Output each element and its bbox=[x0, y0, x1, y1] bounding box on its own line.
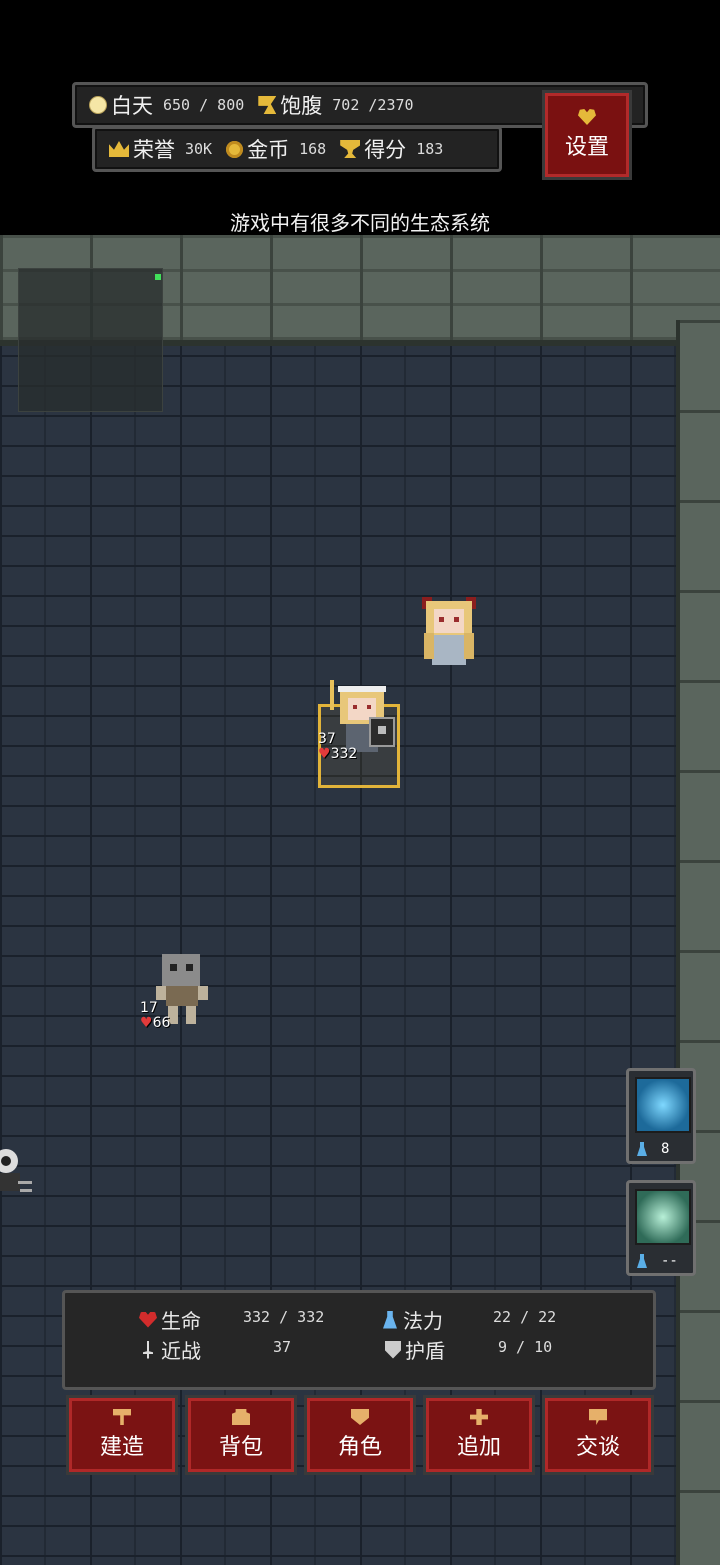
heart-icon bbox=[578, 109, 596, 125]
npc-character[interactable] bbox=[418, 595, 480, 667]
daytime-label: 白天 bbox=[111, 94, 153, 118]
melee-stat: 近战 bbox=[143, 1335, 201, 1364]
food-icon bbox=[258, 96, 277, 114]
skill-cost-value: 8 bbox=[661, 1141, 670, 1157]
minimap-player-marker bbox=[155, 274, 161, 280]
build-label: 建造 bbox=[99, 1435, 144, 1460]
tip-message: 游戏中有很多不同的生态系统 bbox=[230, 211, 490, 235]
add-button[interactable]: 追加 bbox=[423, 1395, 535, 1475]
build-button[interactable]: 建造 bbox=[66, 1395, 178, 1475]
character-button[interactable]: 角色 bbox=[304, 1395, 416, 1475]
satiety-stat: 饱腹 702 /2370 bbox=[258, 90, 414, 120]
honor-label: 荣誉 bbox=[133, 138, 175, 162]
add-label: 追加 bbox=[456, 1435, 501, 1460]
skill-cost: -- bbox=[637, 1253, 678, 1269]
melee-value: 37 bbox=[273, 1338, 292, 1356]
settings-button[interactable]: 设置 bbox=[542, 90, 632, 180]
bag-icon bbox=[232, 1409, 250, 1425]
daytime-stat: 白天 650 / 800 bbox=[89, 90, 244, 120]
gold-value: 168 bbox=[299, 140, 327, 158]
coin-icon bbox=[226, 140, 244, 158]
character-icon bbox=[351, 1409, 369, 1425]
score-label: 得分 bbox=[364, 138, 407, 162]
shield-icon bbox=[385, 1340, 401, 1359]
settings-label: 设置 bbox=[564, 135, 609, 160]
dungeon-wall-right bbox=[676, 320, 720, 1565]
trophy-icon bbox=[340, 140, 361, 158]
mana-stat: 法力 bbox=[383, 1305, 443, 1334]
melee-label: 近战 bbox=[161, 1339, 201, 1363]
skeleton-hp: 66 bbox=[152, 1015, 171, 1031]
hud-second-bar: 荣誉 30K 金币 168 得分 183 bbox=[92, 126, 502, 172]
shield-icon bbox=[635, 1189, 691, 1245]
satiety-value: 702 /2370 bbox=[332, 96, 414, 114]
speech-bubble-icon bbox=[589, 1409, 607, 1425]
skill-slot-lightning[interactable]: 8 bbox=[626, 1068, 696, 1164]
bag-button[interactable]: 背包 bbox=[185, 1395, 297, 1475]
bag-label: 背包 bbox=[218, 1435, 263, 1460]
mana-value: 22 / 22 bbox=[493, 1308, 557, 1326]
gold-stat: 金币 168 bbox=[226, 134, 326, 164]
skill-cost: 8 bbox=[637, 1141, 669, 1157]
plus-icon bbox=[470, 1409, 488, 1425]
enemy-spider[interactable] bbox=[0, 1145, 36, 1205]
hp-stat: 生命 bbox=[139, 1305, 201, 1334]
mana-flask-icon bbox=[637, 1254, 647, 1268]
shield-value: 9 / 10 bbox=[498, 1338, 553, 1356]
hp-label: 生命 bbox=[161, 1309, 201, 1333]
honor-stat: 荣誉 30K bbox=[109, 134, 212, 164]
satiety-label: 饱腹 bbox=[280, 94, 323, 118]
sun-icon bbox=[89, 96, 107, 114]
crown-icon bbox=[109, 141, 129, 157]
lightning-icon bbox=[635, 1077, 691, 1133]
daytime-value: 650 / 800 bbox=[163, 96, 245, 114]
player-unit-stats: 37 ♥332 bbox=[318, 731, 358, 762]
mana-flask-icon bbox=[383, 1310, 397, 1329]
shield-stat: 护盾 bbox=[385, 1335, 445, 1364]
skeleton-unit-stats: 17 ♥66 bbox=[140, 1000, 171, 1031]
shield-label: 护盾 bbox=[405, 1339, 445, 1363]
talk-label: 交谈 bbox=[575, 1435, 620, 1460]
mana-flask-icon bbox=[637, 1142, 647, 1156]
player-hp: 332 bbox=[330, 746, 358, 762]
player-stats-panel: 生命 332 / 332 法力 22 / 22 近战 37 护盾 9 / 10 bbox=[62, 1290, 656, 1390]
skill-slot-shield[interactable]: -- bbox=[626, 1180, 696, 1276]
character-label: 角色 bbox=[337, 1435, 382, 1460]
skill-cost-value: -- bbox=[661, 1253, 678, 1269]
skeleton-melee: 17 bbox=[140, 1000, 158, 1016]
talk-button[interactable]: 交谈 bbox=[542, 1395, 654, 1475]
player-melee: 37 bbox=[318, 731, 336, 747]
gold-label: 金币 bbox=[247, 138, 290, 162]
sword-icon bbox=[143, 1340, 153, 1359]
score-stat: 得分 183 bbox=[340, 134, 443, 164]
hp-value: 332 / 332 bbox=[243, 1308, 325, 1326]
honor-value: 30K bbox=[185, 140, 213, 158]
hammer-icon bbox=[113, 1409, 131, 1425]
heart-icon bbox=[139, 1311, 157, 1328]
score-value: 183 bbox=[416, 140, 444, 158]
minimap[interactable] bbox=[18, 268, 163, 412]
mana-label: 法力 bbox=[403, 1309, 443, 1333]
